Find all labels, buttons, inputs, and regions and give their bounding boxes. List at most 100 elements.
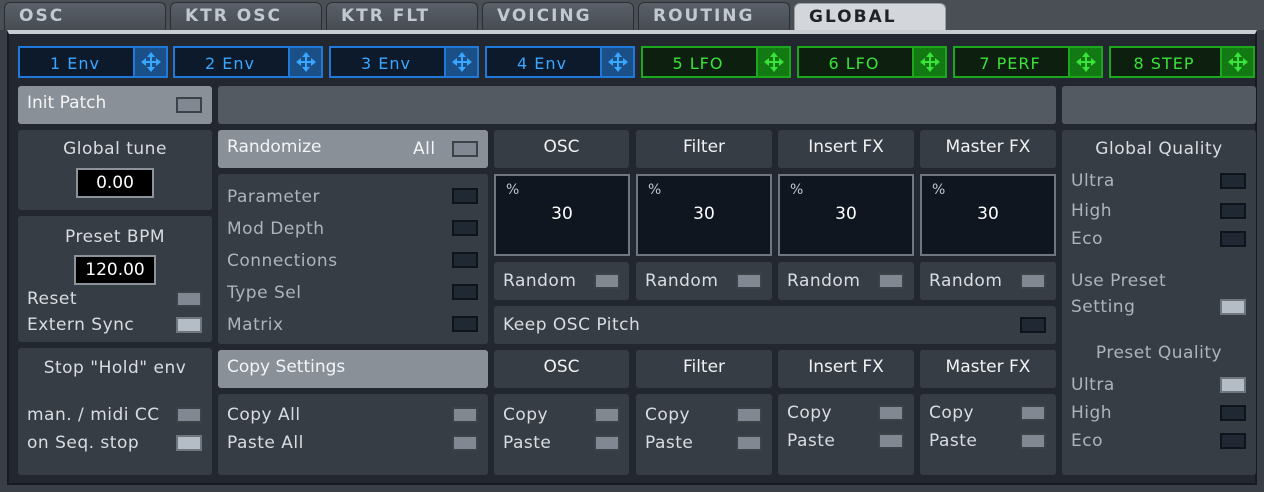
insert-fx-random-label: Random: [787, 271, 861, 291]
mod-8-step[interactable]: 8 STEP: [1109, 46, 1255, 78]
preset-bpm-field[interactable]: 120.00: [74, 255, 156, 285]
drag-move-icon[interactable]: [1220, 48, 1253, 76]
osc-random-toggle[interactable]: [594, 273, 620, 289]
amount-value: 30: [551, 204, 573, 224]
info-bar: [1062, 86, 1256, 124]
percent-unit: %: [932, 182, 946, 198]
drag-move-icon[interactable]: [1068, 48, 1101, 76]
osc-copy-button[interactable]: [594, 407, 620, 423]
copy-settings-label: Copy Settings: [227, 357, 346, 377]
extern-sync-toggle[interactable]: [176, 317, 202, 333]
filter-random-toggle[interactable]: [736, 273, 762, 289]
drag-move-icon[interactable]: [444, 48, 477, 76]
extern-sync-label: Extern Sync: [27, 315, 135, 335]
use-preset-label: Use Preset: [1071, 271, 1167, 291]
master-fx-random-amount[interactable]: % 30: [920, 174, 1056, 256]
filter-copy-button[interactable]: [736, 407, 762, 423]
global-quality-eco-toggle[interactable]: [1220, 231, 1246, 247]
matrix-toggle[interactable]: [452, 316, 478, 332]
parameter-toggle[interactable]: [452, 188, 478, 204]
tab-osc[interactable]: OSC: [4, 2, 166, 30]
master-fx-copy-label: Copy: [929, 403, 975, 423]
paste-all-button[interactable]: [452, 435, 478, 451]
tab-ktr-flt[interactable]: KTR FLT: [326, 2, 478, 30]
master-fx-paste-button[interactable]: [1020, 433, 1046, 449]
stop-hold-option-seq: on Seq. stop: [27, 433, 140, 453]
use-preset-setting-toggle[interactable]: [1220, 299, 1246, 315]
copy-all-button[interactable]: [452, 407, 478, 423]
filter-paste-button[interactable]: [736, 435, 762, 451]
option-matrix: Matrix: [227, 315, 284, 335]
global-quality-ultra-toggle[interactable]: [1220, 173, 1246, 189]
randomize-button[interactable]: Randomize: [218, 130, 488, 168]
option-type-sel: Type Sel: [227, 283, 302, 303]
global-quality-ultra-label: Ultra: [1071, 171, 1115, 191]
section-header-master-fx: Master FX: [920, 130, 1056, 168]
drag-move-icon[interactable]: [133, 48, 166, 76]
mod-label: 8 STEP: [1133, 54, 1195, 73]
tab-global[interactable]: GLOBAL: [794, 3, 946, 32]
init-patch-label: Init Patch: [27, 93, 107, 113]
drag-move-icon[interactable]: [912, 48, 945, 76]
filter-random-label: Random: [645, 271, 719, 291]
connections-toggle[interactable]: [452, 252, 478, 268]
mod-7-perf[interactable]: 7 PERF: [953, 46, 1103, 78]
osc-paste-button[interactable]: [594, 435, 620, 451]
stop-hold-seq-toggle[interactable]: [176, 435, 202, 451]
randomize-all-label: All: [413, 139, 436, 159]
mod-label: 7 PERF: [979, 54, 1041, 73]
copy-header-filter: Filter: [636, 350, 772, 388]
global-quality-eco-label: Eco: [1071, 229, 1103, 249]
mod-1-env[interactable]: 1 Env: [18, 46, 168, 78]
option-connections: Connections: [227, 251, 338, 271]
mod-6-lfo[interactable]: 6 LFO: [797, 46, 947, 78]
amount-value: 30: [693, 204, 715, 224]
insert-fx-random-amount[interactable]: % 30: [778, 174, 914, 256]
section-header-insert-fx: Insert FX: [778, 130, 914, 168]
master-fx-copy-button[interactable]: [1020, 405, 1046, 421]
master-fx-random-toggle[interactable]: [1020, 273, 1046, 289]
preset-quality-ultra-label: Ultra: [1071, 375, 1115, 395]
insert-fx-paste-label: Paste: [787, 431, 836, 451]
drag-move-icon[interactable]: [288, 48, 321, 76]
reset-label: Reset: [27, 289, 77, 309]
insert-fx-copy-button[interactable]: [878, 405, 904, 421]
stop-hold-midi-toggle[interactable]: [176, 407, 202, 423]
stop-hold-option-midi: man. / midi CC: [27, 405, 160, 425]
copy-header-insert-fx: Insert FX: [778, 350, 914, 388]
patch-name-bar[interactable]: [218, 86, 1056, 124]
master-fx-paste-label: Paste: [929, 431, 978, 451]
filter-random-amount[interactable]: % 30: [636, 174, 772, 256]
drag-move-icon[interactable]: [756, 48, 789, 76]
percent-unit: %: [506, 182, 520, 198]
tab-voicing[interactable]: VOICING: [482, 2, 634, 30]
global-quality-title: Global Quality: [1095, 139, 1223, 159]
mod-4-env[interactable]: 4 Env: [485, 46, 635, 78]
init-patch-led[interactable]: [176, 97, 202, 113]
randomize-all-toggle[interactable]: [452, 141, 478, 157]
reset-button[interactable]: [176, 291, 202, 307]
global-quality-high-label: High: [1071, 201, 1113, 221]
tab-ktr-osc[interactable]: KTR OSC: [170, 2, 322, 30]
preset-quality-high-toggle[interactable]: [1220, 405, 1246, 421]
copy-settings-header: Copy Settings: [218, 350, 488, 388]
mod-2-env[interactable]: 2 Env: [173, 46, 323, 78]
percent-unit: %: [648, 182, 662, 198]
type-sel-toggle[interactable]: [452, 284, 478, 300]
mod-depth-toggle[interactable]: [452, 220, 478, 236]
drag-move-icon[interactable]: [600, 48, 633, 76]
insert-fx-random-toggle[interactable]: [878, 273, 904, 289]
global-tune-field[interactable]: 0.00: [76, 168, 154, 198]
preset-quality-ultra-toggle[interactable]: [1220, 377, 1246, 393]
mod-3-env[interactable]: 3 Env: [329, 46, 479, 78]
insert-fx-paste-button[interactable]: [878, 433, 904, 449]
keep-osc-pitch-toggle[interactable]: [1020, 317, 1046, 333]
preset-quality-eco-label: Eco: [1071, 431, 1103, 451]
preset-quality-eco-toggle[interactable]: [1220, 433, 1246, 449]
global-quality-high-toggle[interactable]: [1220, 203, 1246, 219]
randomize-label: Randomize: [227, 137, 322, 157]
master-fx-random-label: Random: [929, 271, 1003, 291]
osc-random-amount[interactable]: % 30: [494, 174, 630, 256]
mod-5-lfo[interactable]: 5 LFO: [641, 46, 791, 78]
tab-routing[interactable]: ROUTING: [638, 2, 790, 30]
